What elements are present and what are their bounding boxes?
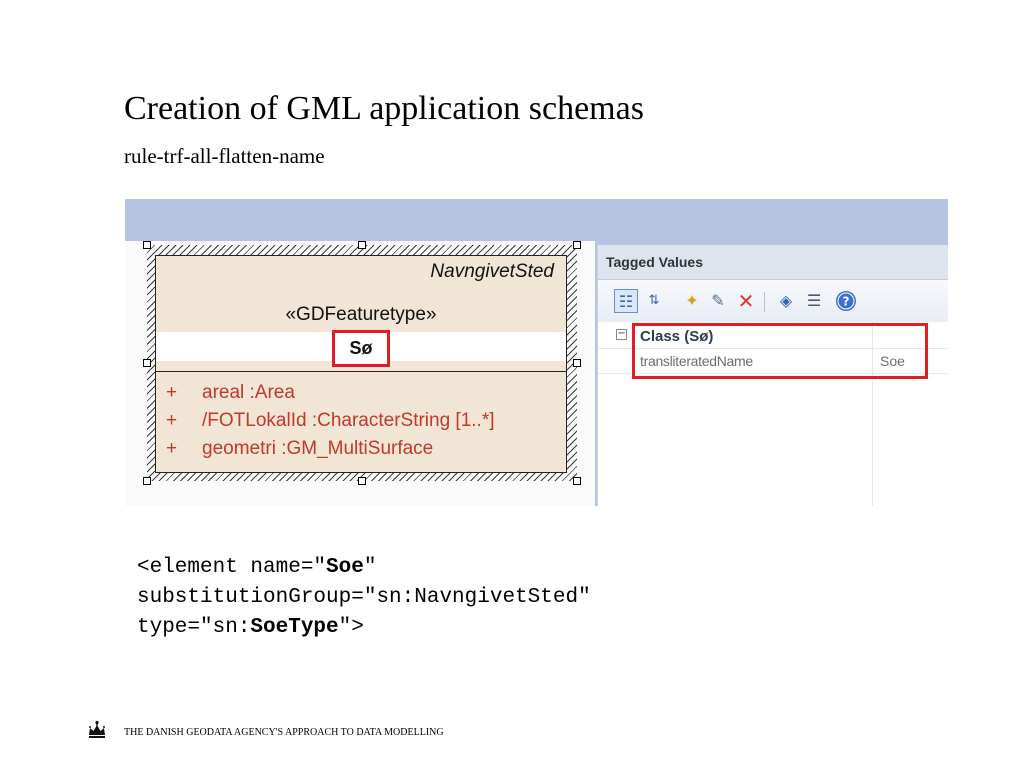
- help-icon[interactable]: ?: [834, 289, 858, 313]
- uml-class-name: Sø: [332, 330, 390, 367]
- uml-compartment-divider: [156, 371, 566, 372]
- code-line: type="sn:SoeType">: [137, 613, 591, 643]
- element-name-bold: Soe: [326, 556, 364, 579]
- uml-stereotype-label: «GDFeaturetype»: [285, 304, 437, 325]
- new-tag-icon[interactable]: ✦: [680, 289, 704, 313]
- resize-handle[interactable]: [573, 477, 581, 485]
- tagged-values-toolbar: ☷ ⇅ ✦ ✎ ✕ ◈ ☰ ?: [598, 280, 948, 322]
- code-text: type="sn:: [137, 616, 251, 639]
- slide-subtitle: rule-trf-all-flatten-name: [124, 144, 325, 168]
- resize-handle[interactable]: [358, 241, 366, 249]
- resize-handle[interactable]: [358, 477, 366, 485]
- code-text: <element name=": [137, 556, 327, 579]
- resize-handle[interactable]: [573, 359, 581, 367]
- slide-title: Creation of GML application schemas: [124, 90, 644, 127]
- categorized-view-icon[interactable]: ☷: [614, 289, 638, 313]
- visibility-marker: +: [166, 382, 178, 403]
- tagged-values-title: Tagged Values: [606, 254, 703, 270]
- resize-handle[interactable]: [143, 477, 151, 485]
- code-text: ">: [338, 616, 364, 639]
- resize-handle[interactable]: [143, 359, 151, 367]
- footer-text: THE DANISH GEODATA AGENCY'S APPROACH TO …: [124, 727, 444, 738]
- screenshot-panel: NavngivetSted «GDFeaturetype» Sø + areal …: [125, 199, 948, 506]
- tagged-values-pane: Tagged Values ☷ ⇅ ✦ ✎ ✕ ◈ ☰ ? − Class (S…: [597, 245, 948, 506]
- edit-tag-icon[interactable]: ✎: [706, 289, 730, 313]
- xml-code-block: <element name="Soe" substitutionGroup="s…: [137, 553, 591, 643]
- uml-attribute: + areal :Area: [166, 379, 495, 407]
- sort-alphabetical-icon[interactable]: ⇅: [642, 289, 666, 313]
- attribute-text: areal :Area: [202, 382, 295, 403]
- resize-handle[interactable]: [573, 241, 581, 249]
- code-line: <element name="Soe": [137, 553, 591, 583]
- visibility-marker: +: [166, 438, 178, 459]
- attribute-text: geometri :GM_MultiSurface: [202, 438, 434, 459]
- toolbar-separator: [764, 292, 765, 312]
- uml-class-box[interactable]: NavngivetSted «GDFeaturetype» Sø + areal …: [143, 241, 581, 485]
- uml-attribute-list: + areal :Area + /FOTLokalId :CharacterStri…: [166, 379, 495, 463]
- type-name-bold: SoeType: [250, 616, 339, 639]
- delete-tag-icon[interactable]: ✕: [734, 289, 758, 313]
- svg-text:?: ?: [843, 295, 850, 309]
- attribute-text: /FOTLokalId :CharacterString [1..*]: [202, 410, 495, 431]
- code-line: substitutionGroup="sn:NavngivetSted": [137, 586, 591, 609]
- uml-supertype-label: NavngivetSted: [430, 261, 554, 282]
- visibility-marker: +: [166, 410, 178, 431]
- show-inherited-icon[interactable]: ☰: [802, 289, 826, 313]
- crown-icon: [89, 720, 105, 738]
- highlight-box: [632, 323, 928, 379]
- uml-attribute: + geometri :GM_MultiSurface: [166, 435, 495, 463]
- tag-options-icon[interactable]: ◈: [774, 289, 798, 313]
- tagged-values-titlebar: Tagged Values: [598, 245, 948, 280]
- resize-handle[interactable]: [143, 241, 151, 249]
- uml-class-body: NavngivetSted «GDFeaturetype» Sø + areal …: [155, 255, 567, 473]
- code-text: ": [363, 556, 377, 579]
- collapse-icon[interactable]: −: [616, 329, 627, 340]
- uml-attribute: + /FOTLokalId :CharacterString [1..*]: [166, 407, 495, 435]
